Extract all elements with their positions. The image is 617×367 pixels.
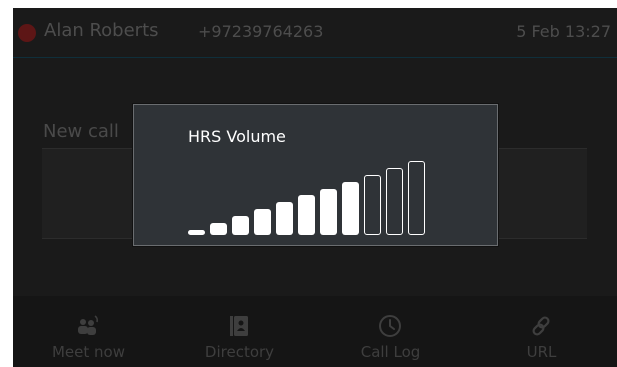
call-status-indicator (18, 24, 36, 42)
volume-bar (342, 182, 359, 235)
volume-bar (188, 230, 205, 235)
volume-bar (364, 175, 381, 235)
directory-icon (230, 316, 248, 336)
date-time: 5 Feb 13:27 (516, 22, 611, 41)
new-call-label: New call (43, 121, 119, 142)
phone-screen: Alan Roberts +97239764263 5 Feb 13:27 Ne… (13, 8, 617, 367)
volume-bar (254, 209, 271, 235)
softkey-directory[interactable]: Directory (164, 296, 315, 367)
softkey-call-log[interactable]: Call Log (315, 296, 466, 367)
volume-level-indicator (188, 157, 438, 235)
meet-now-icon (78, 315, 99, 335)
softkey-label: Meet now (51, 343, 125, 361)
volume-popup: HRS Volume (133, 104, 498, 246)
volume-title: HRS Volume (188, 127, 286, 146)
caller-name: Alan Roberts (44, 20, 159, 41)
softkey-meet-now[interactable]: Meet now (13, 296, 164, 367)
volume-bar (408, 161, 425, 235)
volume-bar (320, 189, 337, 235)
link-icon (532, 316, 550, 336)
volume-bar (386, 168, 403, 235)
volume-bar (232, 216, 249, 235)
volume-bar (276, 202, 293, 235)
softkey-label: URL (526, 343, 557, 361)
softkey-bar: Meet now Directory Call Log URL (13, 296, 617, 367)
volume-bar (210, 223, 227, 235)
status-bar: Alan Roberts +97239764263 5 Feb 13:27 (13, 8, 617, 58)
softkey-label: Directory (204, 343, 275, 361)
softkey-label: Call Log (360, 343, 421, 361)
softkey-url[interactable]: URL (466, 296, 617, 367)
clock-icon (379, 315, 401, 337)
volume-bar (298, 195, 315, 235)
caller-number: +97239764263 (198, 22, 324, 41)
